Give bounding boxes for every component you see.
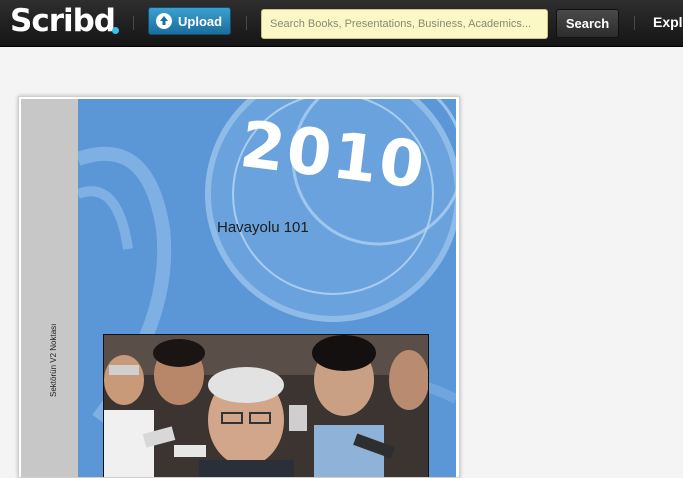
document-cover: 2010 Havayolu 101 (78, 99, 456, 477)
upload-arrow-icon (156, 13, 172, 29)
logo-dot-icon (112, 27, 119, 34)
scribd-logo[interactable]: Scribd (10, 3, 116, 39)
top-navigation-bar: Scribd Upload Search Explore (0, 0, 683, 47)
document-viewer[interactable]: Sektörün V2 Noktası 2010 Havayolu 101 (18, 96, 460, 478)
search-button[interactable]: Search (556, 9, 619, 38)
search-input[interactable] (261, 9, 548, 39)
divider (133, 16, 134, 30)
explore-link[interactable]: Explore (653, 14, 683, 30)
divider (634, 16, 635, 30)
spine-text: Sektörün V2 Noktası (49, 323, 58, 397)
upload-button[interactable]: Upload (148, 7, 231, 35)
cover-photo (103, 334, 429, 477)
divider (246, 16, 247, 30)
document-spine: Sektörün V2 Noktası (21, 99, 78, 477)
upload-label: Upload (178, 14, 223, 29)
cover-title: Havayolu 101 (217, 219, 309, 236)
